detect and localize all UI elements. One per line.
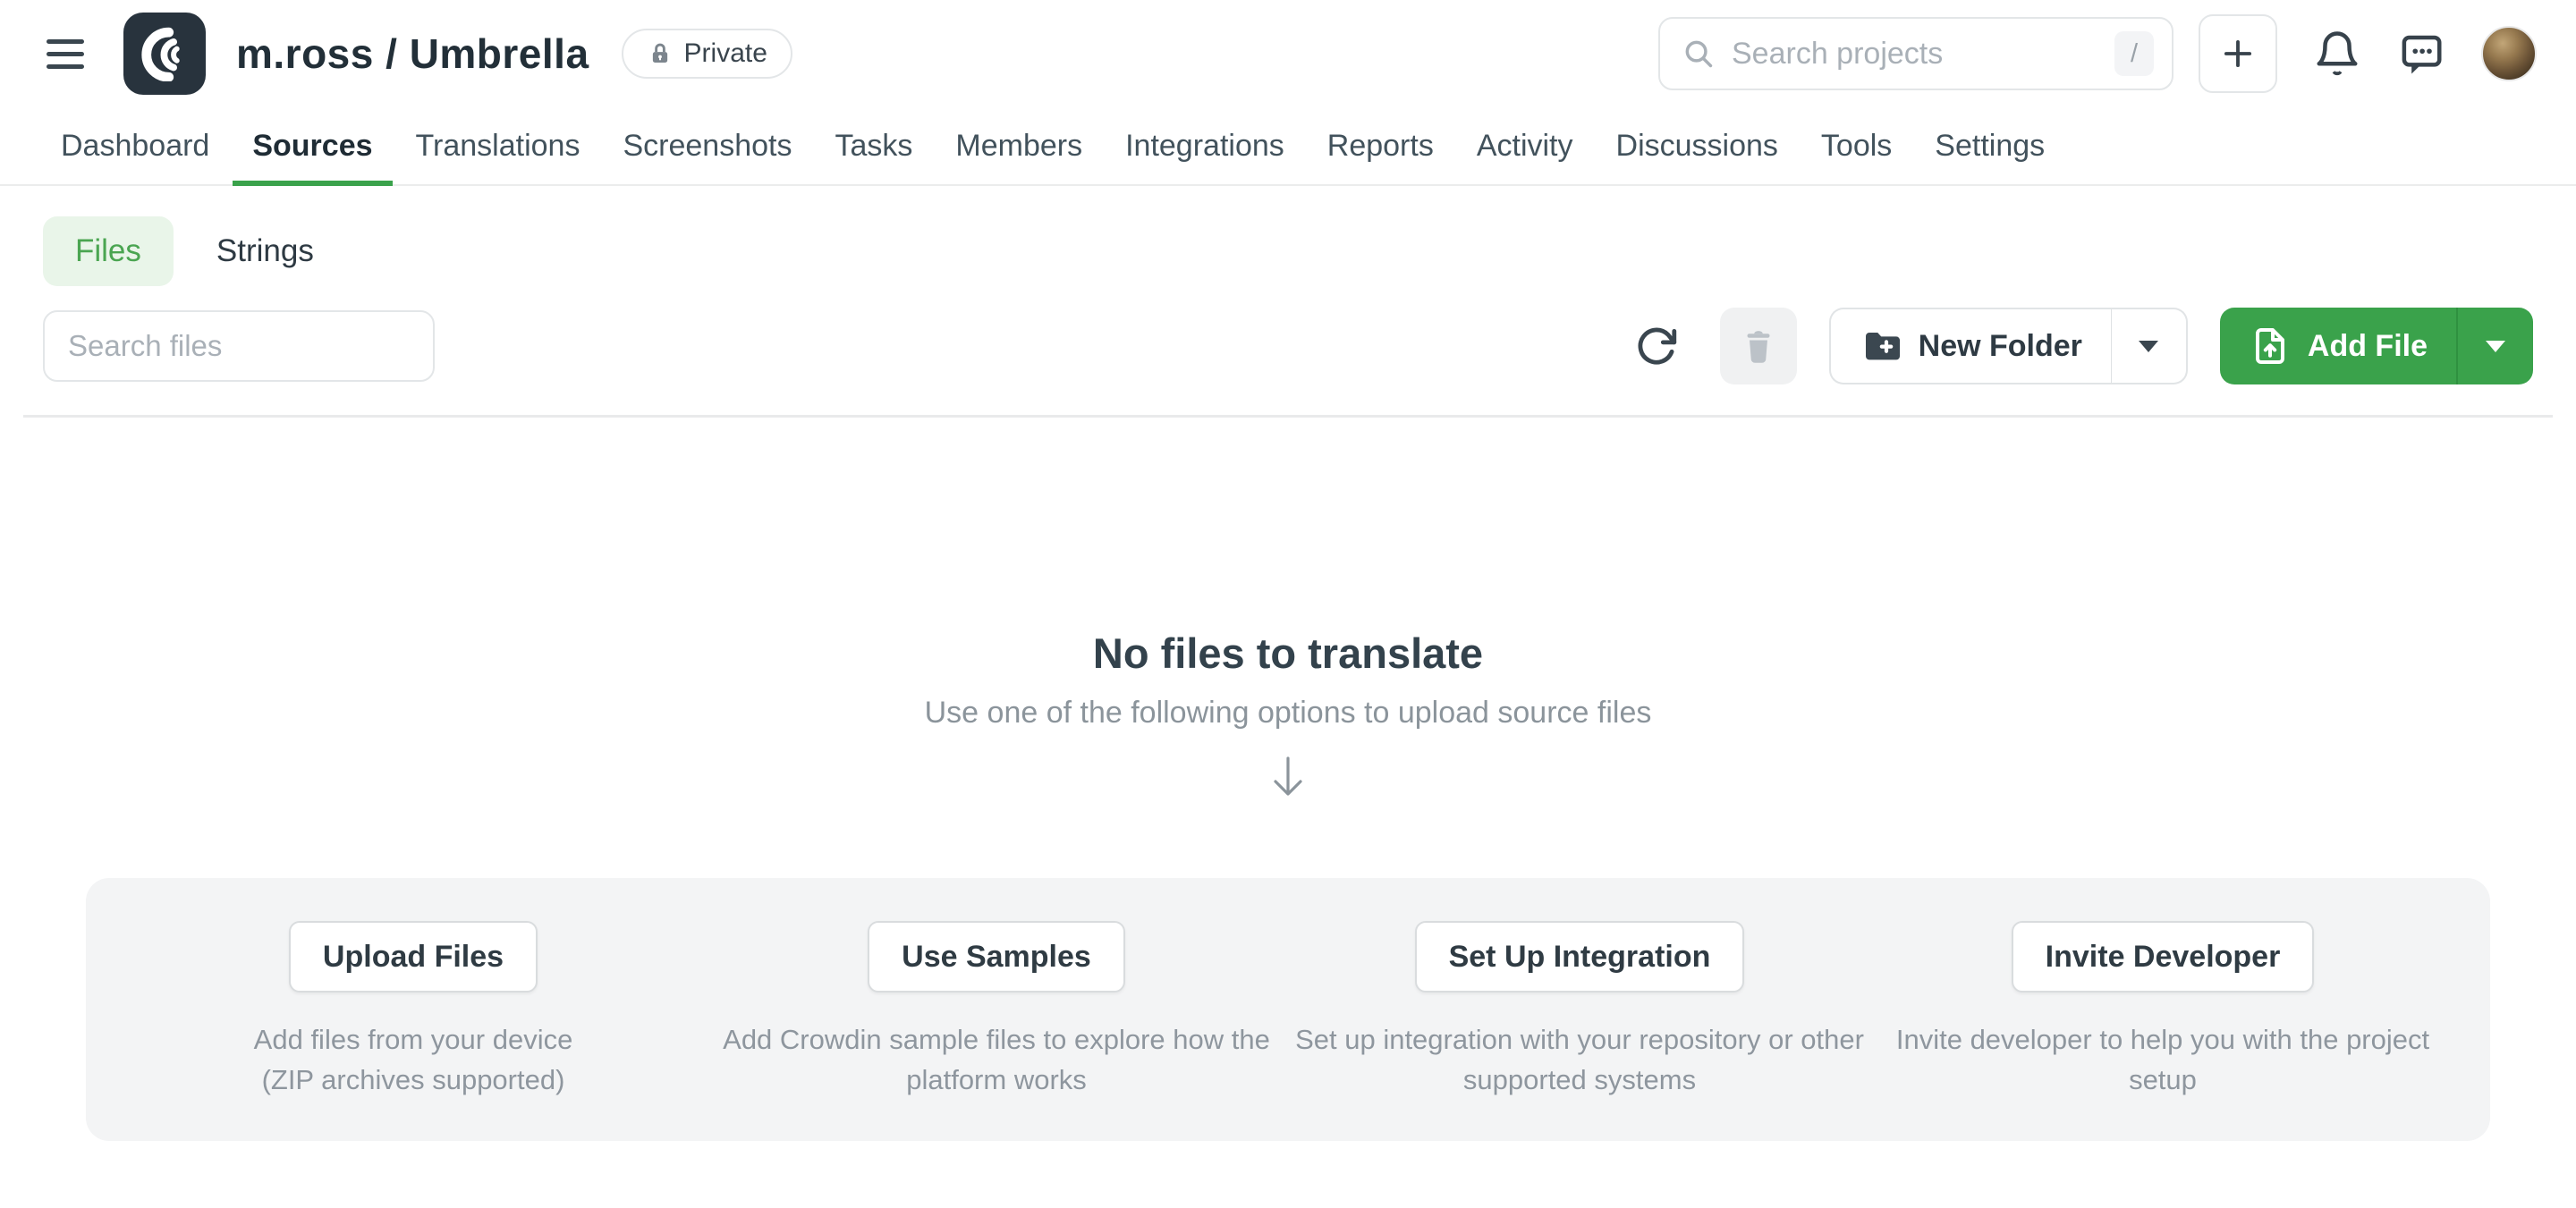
messages-button[interactable] bbox=[2397, 30, 2445, 78]
add-file-dropdown-button[interactable] bbox=[2456, 308, 2533, 384]
create-project-button[interactable] bbox=[2199, 14, 2277, 93]
upload-files-button[interactable]: Upload Files bbox=[289, 921, 538, 993]
add-file-button[interactable]: Add File bbox=[2220, 308, 2456, 384]
invite-developer-button[interactable]: Invite Developer bbox=[2012, 921, 2315, 993]
upload-files-description: Add files from your device (ZIP archives… bbox=[254, 1019, 573, 1100]
search-icon bbox=[1682, 37, 1716, 71]
tab-discussions[interactable]: Discussions bbox=[1597, 107, 1798, 184]
lock-icon bbox=[647, 40, 674, 67]
option-set-up-integration: Set Up Integration Set up integration wi… bbox=[1288, 921, 1871, 1100]
add-file-label: Add File bbox=[2308, 329, 2428, 364]
tab-settings[interactable]: Settings bbox=[1915, 107, 2064, 184]
tab-screenshots[interactable]: Screenshots bbox=[603, 107, 811, 184]
use-samples-button[interactable]: Use Samples bbox=[868, 921, 1125, 993]
tab-members[interactable]: Members bbox=[936, 107, 1102, 184]
file-upload-icon bbox=[2249, 325, 2292, 367]
crowdin-logo-icon bbox=[137, 26, 192, 81]
subtab-files[interactable]: Files bbox=[43, 216, 174, 286]
project-title: m.ross / Umbrella bbox=[236, 30, 589, 78]
privacy-badge: Private bbox=[622, 29, 792, 79]
option-invite-developer: Invite Developer Invite developer to hel… bbox=[1871, 921, 2454, 1100]
chevron-down-icon bbox=[2486, 341, 2505, 352]
new-folder-button[interactable]: New Folder bbox=[1829, 308, 2111, 384]
toolbar-actions: New Folder Add File bbox=[1625, 308, 2533, 384]
privacy-badge-label: Private bbox=[684, 38, 767, 69]
bell-icon bbox=[2313, 30, 2361, 78]
top-header: m.ross / Umbrella Private / bbox=[0, 0, 2576, 107]
crowdin-logo[interactable] bbox=[123, 13, 206, 95]
tab-sources[interactable]: Sources bbox=[233, 107, 392, 184]
search-projects-input[interactable] bbox=[1732, 37, 2114, 72]
set-up-integration-button[interactable]: Set Up Integration bbox=[1415, 921, 1745, 993]
project-nav: Dashboard Sources Translations Screensho… bbox=[0, 107, 2576, 186]
tab-integrations[interactable]: Integrations bbox=[1106, 107, 1304, 184]
option-use-samples: Use Samples Add Crowdin sample files to … bbox=[705, 921, 1288, 1100]
empty-state-subtitle: Use one of the following options to uplo… bbox=[43, 696, 2533, 731]
refresh-button[interactable] bbox=[1625, 315, 1688, 377]
invite-developer-description: Invite developer to help you with the pr… bbox=[1896, 1019, 2429, 1100]
add-file-split-button: Add File bbox=[2220, 308, 2533, 384]
sources-subtabs: Files Strings bbox=[43, 216, 2533, 286]
menu-button[interactable] bbox=[39, 32, 91, 76]
tab-translations[interactable]: Translations bbox=[396, 107, 600, 184]
new-folder-label: New Folder bbox=[1919, 329, 2082, 364]
chevron-down-icon bbox=[2139, 341, 2158, 352]
arrow-down-icon bbox=[43, 754, 2533, 805]
set-up-integration-description: Set up integration with your repository … bbox=[1295, 1019, 1864, 1100]
menu-icon bbox=[47, 39, 84, 44]
refresh-icon bbox=[1634, 324, 1679, 368]
empty-state-title: No files to translate bbox=[43, 629, 2533, 678]
toolbar-divider bbox=[23, 415, 2553, 418]
use-samples-description: Add Crowdin sample files to explore how … bbox=[723, 1019, 1270, 1100]
tab-tasks[interactable]: Tasks bbox=[815, 107, 932, 184]
tab-dashboard[interactable]: Dashboard bbox=[41, 107, 229, 184]
new-folder-split-button: New Folder bbox=[1829, 308, 2188, 384]
subtab-strings[interactable]: Strings bbox=[216, 233, 314, 269]
trash-icon bbox=[1738, 325, 1779, 367]
notifications-button[interactable] bbox=[2313, 30, 2361, 78]
search-shortcut-hint: / bbox=[2114, 31, 2154, 76]
tab-activity[interactable]: Activity bbox=[1457, 107, 1593, 184]
new-folder-dropdown-button[interactable] bbox=[2111, 308, 2188, 384]
upload-options-panel: Upload Files Add files from your device … bbox=[86, 878, 2490, 1141]
tab-reports[interactable]: Reports bbox=[1308, 107, 1453, 184]
tab-tools[interactable]: Tools bbox=[1801, 107, 1911, 184]
folder-plus-icon bbox=[1860, 325, 1902, 367]
main-content: Files Strings bbox=[0, 216, 2576, 1141]
delete-button[interactable] bbox=[1720, 308, 1797, 384]
project-search: / bbox=[1658, 17, 2174, 90]
files-toolbar: New Folder Add File bbox=[43, 308, 2533, 384]
option-upload-files: Upload Files Add files from your device … bbox=[122, 921, 705, 1100]
chat-icon bbox=[2397, 30, 2445, 78]
plus-icon bbox=[2219, 35, 2257, 72]
search-files-input[interactable] bbox=[43, 310, 435, 382]
empty-state: No files to translate Use one of the fol… bbox=[43, 629, 2533, 805]
avatar[interactable] bbox=[2481, 26, 2537, 81]
